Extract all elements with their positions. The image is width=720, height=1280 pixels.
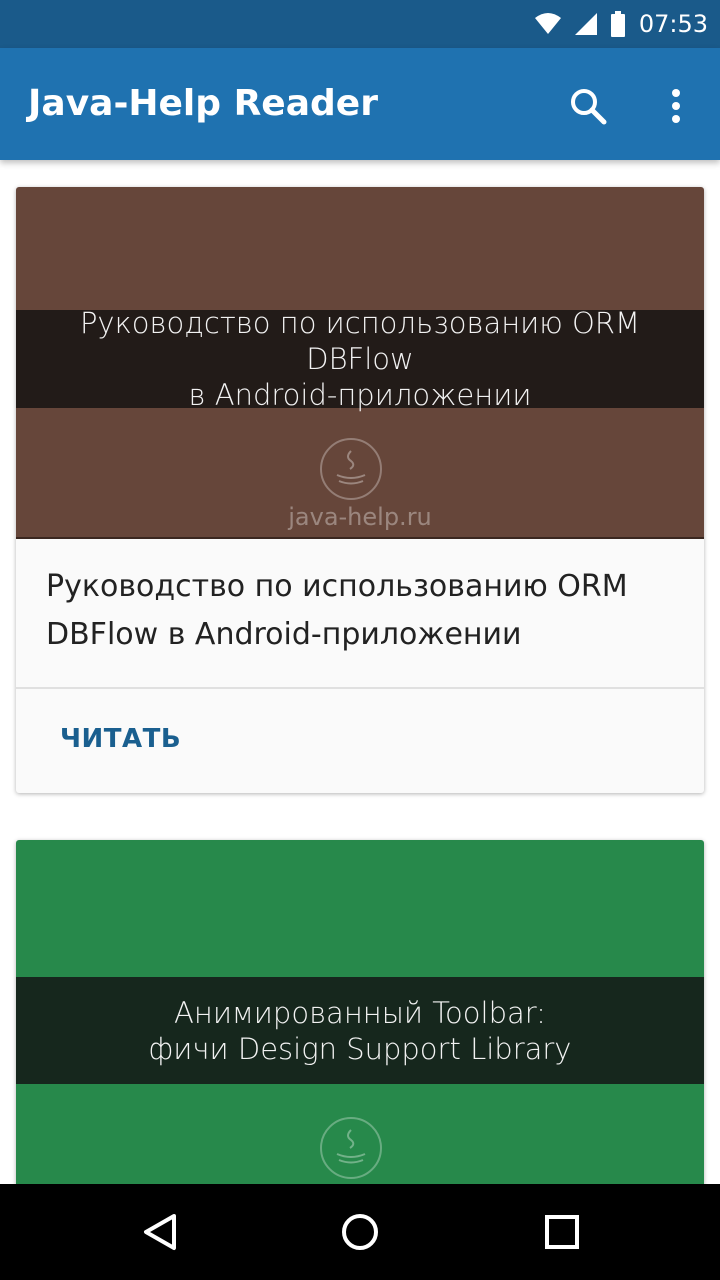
image-caption-line-2: фичи Design Support Library: [148, 1031, 572, 1066]
status-bar: 07:53: [0, 0, 720, 48]
home-icon: [342, 1214, 378, 1250]
card-divider: [16, 687, 704, 689]
article-card[interactable]: Анимированный Toolbar: фичи Design Suppo…: [16, 840, 704, 1184]
back-icon: [144, 1214, 176, 1250]
wifi-icon: [534, 13, 561, 35]
article-title: Руководство по использованию ORM DBFlow …: [46, 569, 628, 652]
home-button[interactable]: [328, 1200, 392, 1264]
article-list[interactable]: Руководство по использованию ORM DBFlow …: [0, 160, 720, 1184]
recents-button[interactable]: [530, 1200, 594, 1264]
cell-signal-icon: [574, 13, 597, 35]
recents-icon: [545, 1215, 579, 1249]
image-watermark: java-help.ru: [288, 503, 432, 531]
search-button[interactable]: [562, 80, 614, 132]
image-caption-line-2: в Android-приложении: [188, 378, 532, 412]
article-image[interactable]: Руководство по использованию ORM DBFlow …: [16, 187, 704, 539]
read-button[interactable]: ЧИТАТЬ: [42, 715, 199, 763]
java-logo-icon: [320, 1117, 382, 1179]
overflow-menu-button[interactable]: [652, 80, 700, 132]
article-image[interactable]: Анимированный Toolbar: фичи Design Suppo…: [16, 840, 704, 1184]
navigation-bar: [0, 1184, 720, 1280]
java-logo-icon: [320, 438, 382, 500]
image-caption-line-1: Анимированный Toolbar:: [174, 995, 546, 1030]
more-vert-icon: [672, 89, 680, 123]
image-caption: Руководство по использованию ORM DBFlow …: [16, 306, 704, 412]
app-bar: Java-Help Reader: [0, 48, 720, 160]
back-button[interactable]: [128, 1200, 192, 1264]
image-caption: Анимированный Toolbar: фичи Design Suppo…: [16, 977, 704, 1084]
image-caption-line-1: Руководство по использованию ORM DBFlow: [79, 306, 641, 376]
status-clock: 07:53: [638, 10, 708, 38]
app-title: Java-Help Reader: [28, 83, 378, 124]
status-icons: 07:53: [534, 0, 708, 48]
battery-icon: [610, 11, 625, 37]
search-icon: [571, 89, 607, 125]
article-card[interactable]: Руководство по использованию ORM DBFlow …: [16, 187, 704, 793]
